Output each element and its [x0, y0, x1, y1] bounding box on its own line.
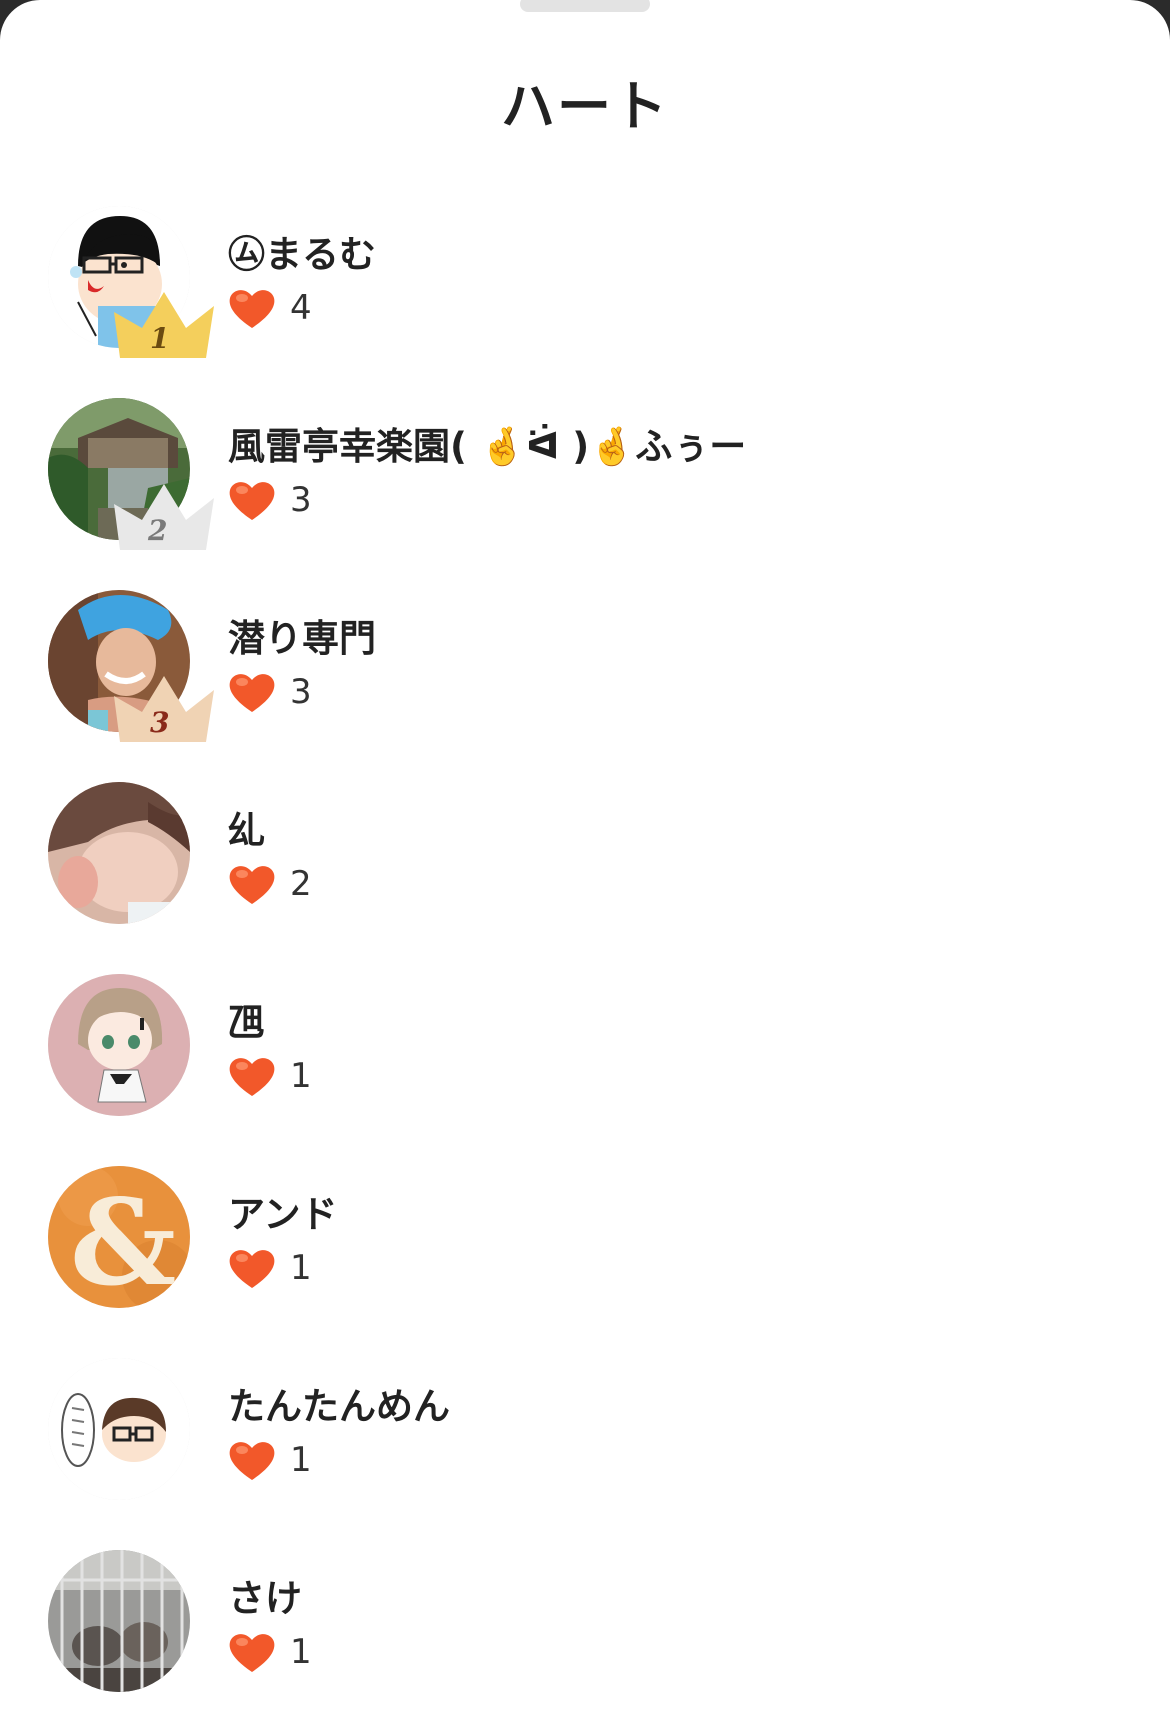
list-item[interactable]: 乣 2	[0, 782, 1170, 942]
svg-text:1: 1	[150, 322, 169, 355]
sheet-title: ハート	[501, 75, 669, 138]
avatar[interactable]	[48, 782, 190, 924]
avatar[interactable]	[48, 1550, 190, 1692]
heart-icon	[229, 674, 275, 712]
list-item[interactable]: さけ 1	[0, 1550, 1170, 1710]
user-name[interactable]: アンド	[228, 1184, 338, 1238]
heart-count-value: 1	[290, 1440, 312, 1480]
heart-count: 1	[228, 1052, 312, 1100]
avatar[interactable]	[48, 1358, 190, 1500]
svg-text:3: 3	[150, 706, 169, 739]
list-item[interactable]: 3 潜り専門 3	[0, 590, 1170, 750]
heart-count-value: 3	[290, 480, 312, 520]
heart-count: 3	[228, 668, 312, 716]
list-item[interactable]: たんたんめん 1	[0, 1358, 1170, 1518]
heart-count-value: 1	[290, 1632, 312, 1672]
svg-text:&: &	[70, 1173, 177, 1308]
heart-icon	[229, 1442, 275, 1480]
list-item[interactable]: & アンド 1	[0, 1166, 1170, 1326]
heart-count-value: 2	[290, 864, 312, 904]
heart-icon	[229, 1058, 275, 1096]
heart-icon	[229, 482, 275, 520]
heart-count-value: 1	[290, 1248, 312, 1288]
avatar[interactable]	[48, 974, 190, 1116]
heart-count-value: 1	[290, 1056, 312, 1096]
list-item[interactable]: 1 ㋰まるむ 4	[0, 206, 1170, 366]
rank-crown-icon: 2	[114, 484, 214, 550]
hearts-sheet: ハート 1 ㋰まるむ 4 2 風雷亭幸楽園(🤞ᐛ)🤞ふぅー 3 3 潜り専門…	[0, 0, 1170, 1736]
avatar[interactable]: &	[48, 1166, 190, 1308]
user-name[interactable]: 乪	[228, 992, 265, 1046]
user-name[interactable]: さけ	[228, 1568, 302, 1622]
heart-count: 2	[228, 860, 312, 908]
list-item[interactable]: 2 風雷亭幸楽園( 🤞ᐛ )🤞ふぅー 3	[0, 398, 1170, 558]
user-name[interactable]: 風雷亭幸楽園( 🤞ᐛ )🤞ふぅー	[228, 416, 746, 470]
rank-crown-icon: 3	[114, 676, 214, 742]
sheet-grabber[interactable]	[520, 0, 650, 12]
user-name[interactable]: 潜り専門	[228, 608, 376, 662]
heart-count-value: 3	[290, 672, 312, 712]
rank-crown-icon: 1	[114, 292, 214, 358]
heart-count: 3	[228, 476, 312, 524]
heart-icon	[229, 290, 275, 328]
heart-count-value: 4	[290, 288, 312, 328]
heart-icon	[229, 866, 275, 904]
svg-text:2: 2	[147, 514, 167, 547]
heart-icon	[229, 1634, 275, 1672]
user-name[interactable]: たんたんめん	[228, 1376, 450, 1430]
list-item[interactable]: 乪 1	[0, 974, 1170, 1134]
heart-count: 1	[228, 1436, 312, 1484]
user-name[interactable]: ㋰まるむ	[228, 224, 376, 278]
heart-count: 1	[228, 1244, 312, 1292]
heart-count: 4	[228, 284, 312, 332]
heart-count: 1	[228, 1628, 312, 1676]
user-name[interactable]: 乣	[228, 800, 265, 854]
heart-icon	[229, 1250, 275, 1288]
